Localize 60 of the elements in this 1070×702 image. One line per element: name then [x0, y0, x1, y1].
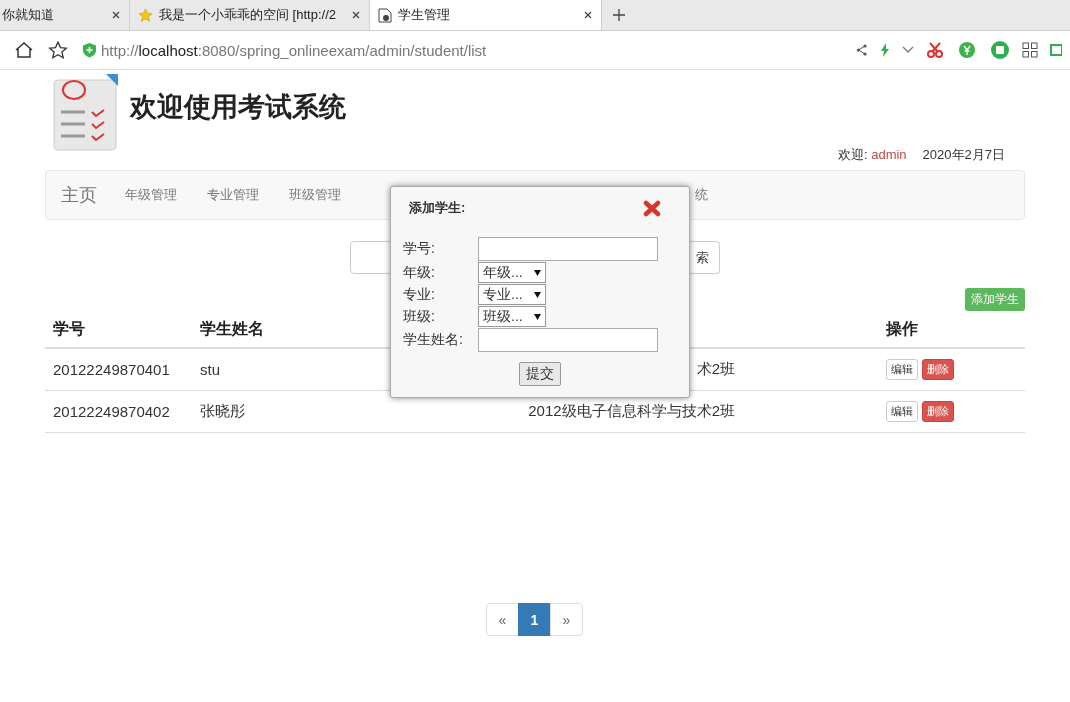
home-icon[interactable]	[14, 41, 34, 59]
welcome-text: 欢迎: admin	[837, 146, 907, 164]
submit-button[interactable]: 提交	[519, 362, 561, 386]
url-field[interactable]: http://localhost:8080/spring_onlineexam/admin/student/list	[101, 41, 487, 59]
scissors-icon[interactable]	[926, 41, 946, 59]
coin-icon[interactable]	[958, 41, 978, 59]
table-cell: 术2班	[696, 360, 735, 379]
page-icon	[378, 7, 392, 23]
delete-button[interactable]: 删除	[922, 401, 954, 422]
date-text: 2020年2月7日	[922, 146, 1005, 164]
plus-icon[interactable]	[612, 8, 626, 22]
nav-link[interactable]: 专业管理	[207, 186, 259, 204]
dropdown-arrow-icon	[534, 269, 541, 276]
dialog-title: 添加学生:	[409, 199, 466, 217]
edit-button[interactable]: 编辑	[886, 401, 918, 422]
circle-icon[interactable]	[990, 40, 1010, 60]
input-field[interactable]	[478, 328, 658, 352]
field-label: 学号:	[403, 240, 436, 258]
close-icon[interactable]	[643, 199, 661, 217]
prev-page-button[interactable]: «	[486, 603, 519, 636]
browser-tab[interactable]: 学生管理	[370, 0, 602, 30]
dropdown[interactable]: 班级...	[478, 306, 546, 327]
nav-link[interactable]: 班级管理	[289, 186, 341, 204]
close-icon[interactable]	[583, 10, 593, 20]
window-icon[interactable]	[1050, 43, 1062, 57]
lightning-icon[interactable]	[880, 43, 890, 57]
field-label: 年级:	[403, 263, 436, 282]
browser-tab[interactable]: 你就知道	[0, 0, 130, 30]
dropdown-arrow-icon	[534, 291, 541, 298]
next-page-button[interactable]: »	[550, 603, 583, 636]
page-button[interactable]: 1	[518, 603, 551, 636]
table-cell: 20122249870402	[53, 403, 170, 420]
shield-icon	[82, 42, 97, 58]
star-icon[interactable]	[48, 40, 68, 60]
dropdown-arrow-icon	[534, 313, 541, 320]
edit-button[interactable]: 编辑	[886, 359, 918, 380]
share-icon[interactable]	[856, 44, 868, 56]
table-cell: 20122249870401	[53, 361, 170, 378]
home-link[interactable]: 主页	[61, 183, 97, 207]
column-header: 学号	[53, 318, 85, 339]
column-header: 操作	[886, 318, 918, 339]
nav-link[interactable]: 年级管理	[125, 186, 177, 204]
star-icon	[138, 7, 153, 23]
field-label: 班级:	[403, 307, 436, 326]
site-title: 欢迎使用考试系统	[130, 91, 346, 124]
table-cell: 张晓彤	[200, 402, 245, 421]
chevron-icon[interactable]	[902, 46, 914, 54]
close-icon[interactable]	[351, 10, 361, 20]
dropdown[interactable]: 年级...	[478, 262, 546, 283]
field-label: 专业:	[403, 285, 436, 304]
close-icon[interactable]	[111, 10, 121, 20]
dropdown[interactable]: 专业...	[478, 284, 546, 305]
delete-button[interactable]: 删除	[922, 359, 954, 380]
field-label: 学生姓名:	[403, 331, 464, 349]
nav-link[interactable]: 统	[695, 186, 708, 204]
table-cell: stu	[200, 361, 220, 378]
table-cell: 2012级电子信息科学与技术2班	[528, 402, 735, 421]
column-header: 学生姓名	[200, 318, 264, 339]
input-field[interactable]	[478, 237, 658, 261]
grid-icon[interactable]	[1022, 42, 1038, 58]
